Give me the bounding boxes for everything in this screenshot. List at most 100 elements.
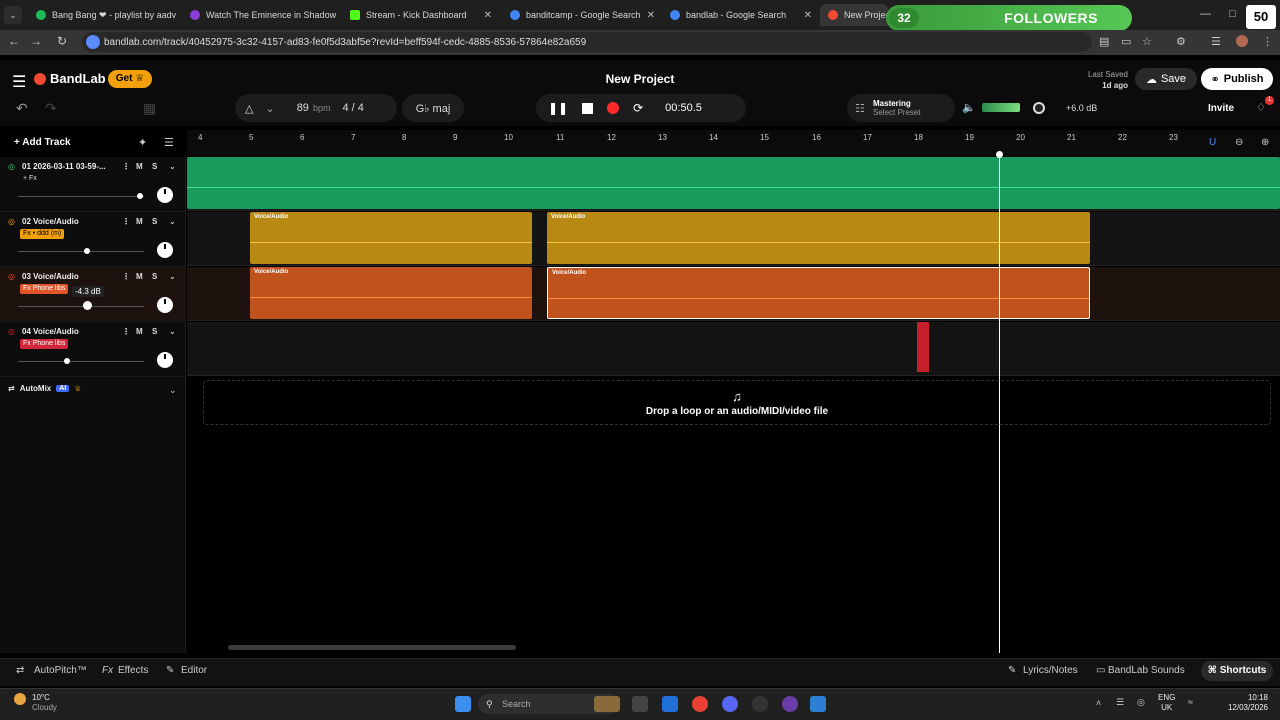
track-name[interactable]: 04 Voice/Audio xyxy=(22,327,79,336)
weather-icon[interactable] xyxy=(14,693,26,705)
network-tray-icon[interactable]: ☰ xyxy=(1116,697,1124,708)
browser-tab[interactable]: banditcamp - Google Search ✕ xyxy=(502,4,660,26)
reload-icon[interactable]: ↻ xyxy=(54,34,70,48)
magnet-icon[interactable]: U xyxy=(1209,137,1216,148)
track-header[interactable]: ◎ 04 Voice/Audio ⋮ M S ⌄ Fx Phone libs xyxy=(0,322,186,377)
notepad-icon[interactable] xyxy=(810,696,826,712)
volume-slider-thumb[interactable] xyxy=(137,193,143,199)
pan-knob[interactable] xyxy=(157,297,173,313)
more-icon[interactable]: ⋮ xyxy=(122,272,130,281)
horizontal-scrollbar[interactable] xyxy=(228,645,516,650)
browser-tab[interactable]: Bang Bang ❤ - playlist by aadv ✕ xyxy=(28,4,180,26)
track-name[interactable]: 01 2026-03-11 03-59-... xyxy=(22,162,106,171)
volume-slider-thumb[interactable] xyxy=(84,248,90,254)
drop-zone[interactable]: ♫ Drop a loop or an audio/MIDI/video fil… xyxy=(203,380,1271,425)
app-icon[interactable] xyxy=(782,696,798,712)
autopitch-button[interactable]: AutoPitch™ xyxy=(34,665,87,676)
record-icon[interactable] xyxy=(607,102,620,114)
editor-button[interactable]: Editor xyxy=(181,665,207,676)
reading-list-icon[interactable]: ▤ xyxy=(1099,35,1109,48)
profile-avatar[interactable] xyxy=(1236,35,1248,47)
solo-button[interactable]: S xyxy=(152,327,157,336)
effects-button[interactable]: Effects xyxy=(118,665,148,676)
track-volume-slider[interactable] xyxy=(18,196,144,197)
close-icon[interactable]: ✕ xyxy=(647,10,655,21)
more-icon[interactable]: ⋮ xyxy=(122,217,130,226)
browser-tab[interactable]: Stream - Kick Dashboard ✕ xyxy=(342,4,500,26)
cast-icon[interactable]: ▭ xyxy=(1121,35,1131,48)
track-volume-slider[interactable] xyxy=(18,251,144,252)
minimize-icon[interactable]: — xyxy=(1200,8,1211,20)
track-volume-slider[interactable] xyxy=(18,306,144,307)
audio-region-selected[interactable]: Voice/Audio xyxy=(547,267,1090,319)
site-info-icon[interactable] xyxy=(86,35,100,49)
publish-button[interactable]: ⚭ Publish xyxy=(1201,68,1273,90)
browser-tab[interactable]: bandlab - Google Search ✕ xyxy=(662,4,820,26)
close-icon[interactable]: ✕ xyxy=(484,10,492,21)
store-icon[interactable] xyxy=(662,696,678,712)
chevron-down-icon[interactable]: ⌄ xyxy=(169,327,176,336)
fx-chip[interactable]: Fx Phone libs xyxy=(20,284,69,294)
tab-search-button[interactable]: ⌄ xyxy=(4,6,22,24)
time-signature[interactable]: 4 / 4 xyxy=(342,102,363,114)
forward-icon[interactable]: → xyxy=(28,34,44,48)
audio-region[interactable]: Voice/Audio xyxy=(547,212,1090,264)
zoom-in-icon[interactable]: ⊕ xyxy=(1261,137,1269,148)
sidepanel-icon[interactable]: ☰ xyxy=(1211,35,1221,48)
chevron-down-icon[interactable]: ⌄ xyxy=(169,385,177,396)
bandlab-logo[interactable]: BandLab xyxy=(34,71,106,86)
mute-button[interactable]: M xyxy=(136,217,143,226)
piano-icon[interactable]: ▦ xyxy=(143,100,156,117)
bpm-value[interactable]: 89 xyxy=(297,102,309,114)
solo-button[interactable]: S xyxy=(152,217,157,226)
fx-chip[interactable]: + Fx xyxy=(20,174,40,184)
tracks-settings-icon[interactable]: ☰ xyxy=(164,136,174,149)
star-icon[interactable]: ☆ xyxy=(1142,35,1152,48)
track-lane[interactable]: Voice/Audio Voice/Audio xyxy=(187,212,1280,266)
invite-button[interactable]: Invite xyxy=(1208,103,1234,114)
mastering-selector[interactable]: ☷ Mastering Select Preset xyxy=(847,94,955,122)
recording-clip[interactable] xyxy=(917,322,929,372)
volume-slider-thumb[interactable] xyxy=(83,301,92,310)
solo-button[interactable]: S xyxy=(152,272,157,281)
browser-tab[interactable]: Watch The Eminence in Shadow ✕ xyxy=(182,4,340,26)
audio-region[interactable]: Voice/Audio xyxy=(250,212,532,264)
bandlab-sounds-button[interactable]: BandLab Sounds xyxy=(1108,665,1185,676)
get-membership-button[interactable]: Get ♕ xyxy=(108,70,152,88)
obs-icon[interactable] xyxy=(752,696,768,712)
pan-knob[interactable] xyxy=(157,187,173,203)
chevron-down-icon[interactable]: ⌄ xyxy=(169,217,176,226)
menu-dots-icon[interactable]: ⋮ xyxy=(1262,35,1273,48)
track-header[interactable]: ◎ 01 2026-03-11 03-59-... ⋮ M S ⌄ + Fx xyxy=(0,157,186,212)
redo-icon[interactable]: ↷ xyxy=(45,100,57,117)
pause-icon[interactable]: ❚❚ xyxy=(548,101,568,115)
playhead-handle[interactable] xyxy=(996,151,1003,158)
fx-chip[interactable]: Fx Phone libs xyxy=(20,339,69,349)
chevron-down-icon[interactable]: ⌄ xyxy=(169,272,176,281)
maximize-icon[interactable]: □ xyxy=(1229,8,1236,20)
more-icon[interactable]: ⋮ xyxy=(122,327,130,336)
mute-button[interactable]: M xyxy=(136,327,143,336)
extensions-icon[interactable]: ⚙ xyxy=(1176,35,1186,48)
system-clock[interactable]: 10:18 12/03/2026 xyxy=(1212,693,1268,713)
volume-slider-thumb[interactable] xyxy=(64,358,70,364)
back-icon[interactable]: ← xyxy=(6,34,22,48)
bell-icon[interactable]: ♢ xyxy=(1256,101,1266,114)
discord-icon[interactable] xyxy=(722,696,738,712)
save-button[interactable]: ☁ Save xyxy=(1135,68,1197,90)
track-lane-selected[interactable]: Voice/Audio Voice/Audio xyxy=(187,267,1280,321)
more-icon[interactable]: ⋮ xyxy=(122,162,130,171)
automix-row[interactable]: ⇄ AutoMix AI ♕ xyxy=(8,384,81,393)
track-lane[interactable] xyxy=(187,157,1280,211)
stop-icon[interactable] xyxy=(582,102,594,114)
undo-icon[interactable]: ↶ xyxy=(16,100,28,117)
track-name[interactable]: 02 Voice/Audio xyxy=(22,217,79,226)
track-lane[interactable] xyxy=(187,322,1280,376)
zoom-out-icon[interactable]: ⊖ xyxy=(1235,137,1243,148)
chevron-down-icon[interactable]: ⌄ xyxy=(265,102,274,115)
pan-knob[interactable] xyxy=(157,352,173,368)
tray-chevron-icon[interactable]: ˄ xyxy=(1096,698,1101,708)
audio-region[interactable]: Voice/Audio xyxy=(250,267,532,319)
browser-tab-active[interactable]: New Project xyxy=(820,4,888,26)
pan-knob[interactable] xyxy=(157,242,173,258)
